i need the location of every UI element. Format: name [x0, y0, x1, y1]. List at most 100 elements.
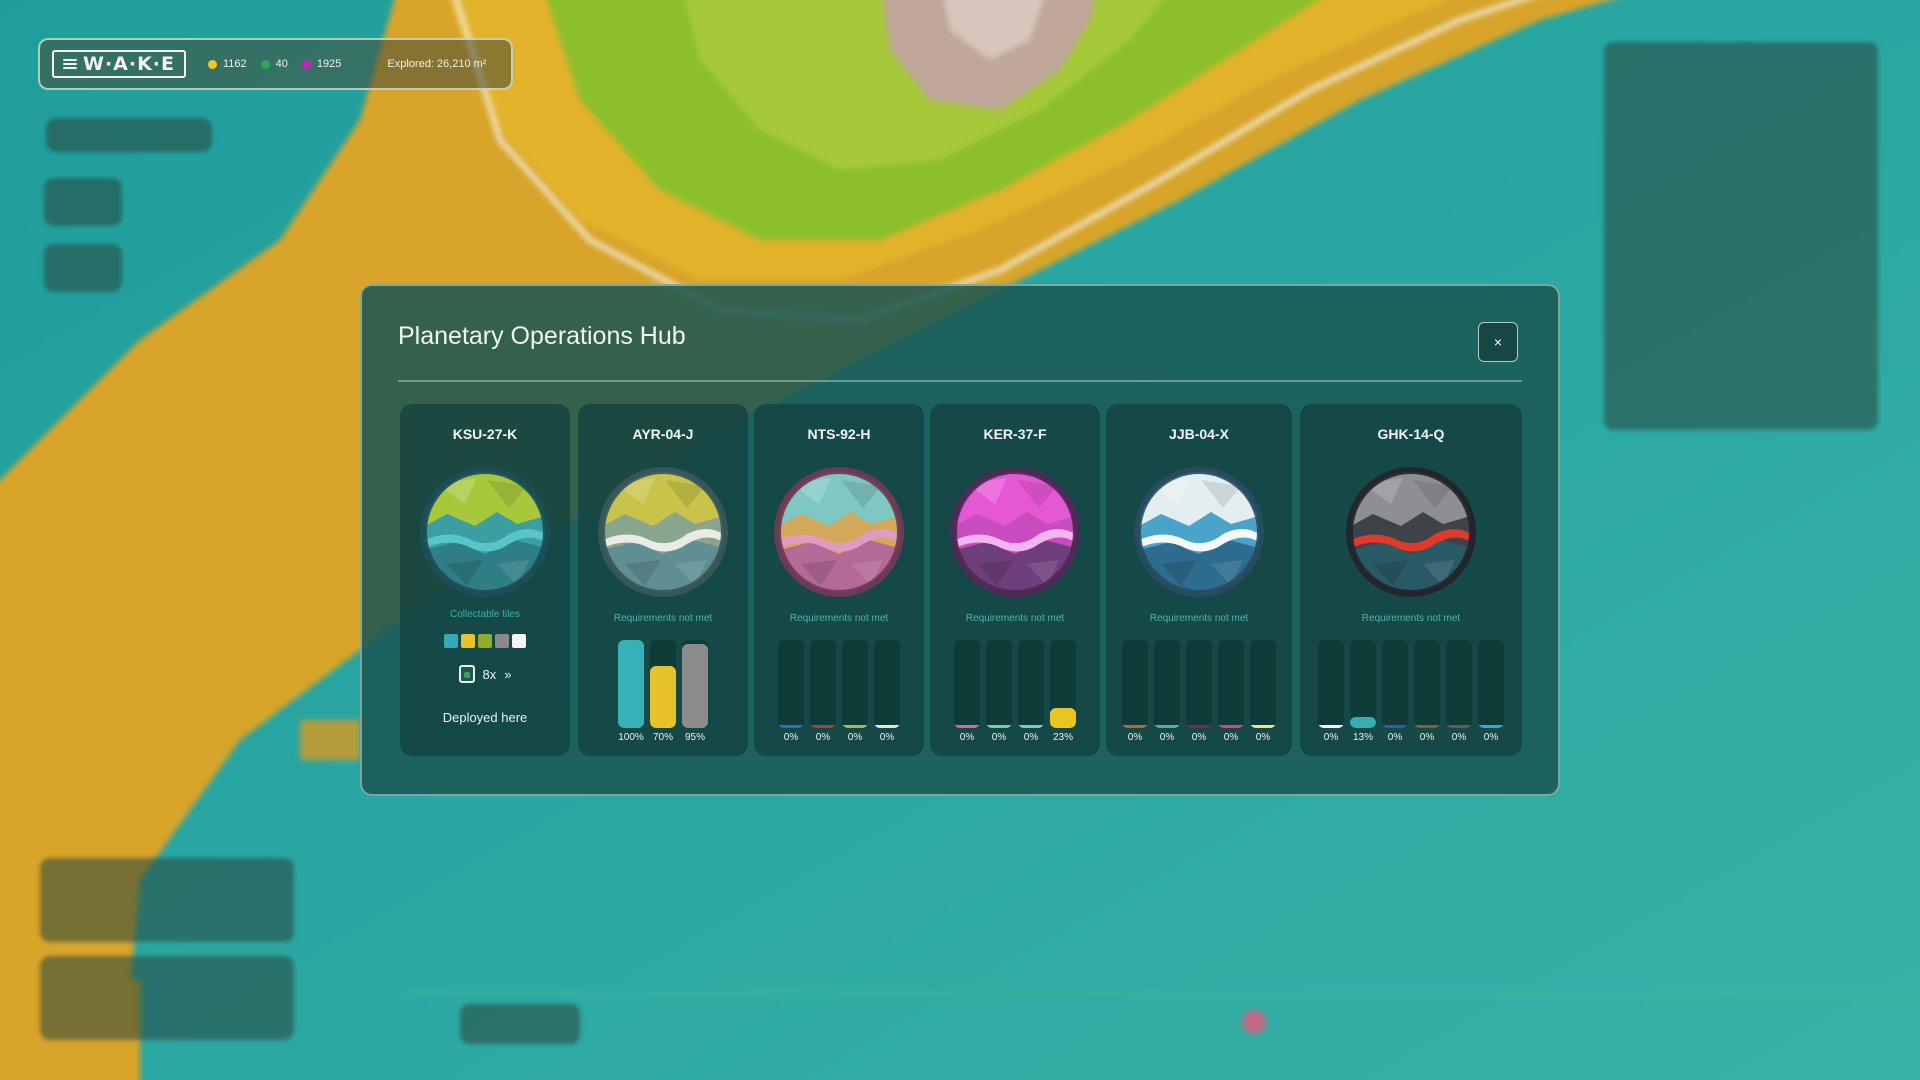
progress-percent: 0% [1468, 732, 1514, 743]
planet-icon-wrap [417, 464, 553, 600]
planet-name: KSU-27-K [400, 426, 570, 442]
wake-logo[interactable]: W·A·K·E [52, 50, 186, 78]
progress-percent: 0% [1240, 732, 1286, 743]
progress-baseline [1382, 725, 1408, 728]
deployed-status: Deployed here [400, 710, 570, 725]
planet-card-ksu-27-k[interactable]: KSU-27-K Collectable tiles 8x »Deployed … [400, 404, 570, 756]
drone-jar-icon [459, 665, 475, 683]
progress-track [1218, 640, 1244, 728]
requirements-status: Requirements not met [1106, 613, 1292, 624]
requirements-status: Requirements not met [1300, 613, 1522, 624]
progress-track [1250, 640, 1276, 728]
planet-icon-wrap [1131, 464, 1267, 600]
chevron-right-icon[interactable]: » [504, 667, 511, 682]
planet-card-ghk-14-q[interactable]: GHK-14-Q Requirements not met0%13%0%0%0%… [1300, 404, 1522, 756]
progress-baseline [842, 725, 868, 728]
collectable-tiles [400, 634, 570, 648]
resource-magenta: 1925 [302, 58, 341, 70]
blurred-tool-slot-2 [44, 244, 122, 292]
progress-percent: 0% [864, 732, 910, 743]
progress-baseline [1186, 725, 1212, 728]
progress-fill [1050, 708, 1076, 728]
planet-icon [947, 464, 1083, 600]
progress-fill [650, 666, 676, 728]
tile-swatch [478, 634, 492, 648]
planet-name: JJB-04-X [1106, 426, 1292, 442]
progress-track [1414, 640, 1440, 728]
blurred-tool-slot-1 [44, 178, 122, 226]
progress-baseline [1154, 725, 1180, 728]
progress-track [874, 640, 900, 728]
logo-text: W·A·K·E [83, 53, 175, 75]
progress-baseline [810, 725, 836, 728]
green-resource-icon [261, 60, 270, 69]
resource-bar: W·A·K·E 1162 40 1925 Explored: 26,210 m² [38, 38, 513, 90]
planet-icon [595, 464, 731, 600]
planet-name: GHK-14-Q [1300, 426, 1522, 442]
resource-magenta-value: 1925 [317, 58, 341, 70]
drone-count-row[interactable]: 8x » [400, 665, 570, 683]
progress-baseline [1446, 725, 1472, 728]
progress-track [1382, 640, 1408, 728]
blurred-objective-tag [46, 118, 212, 152]
progress-baseline [1478, 725, 1504, 728]
progress-fill [682, 644, 708, 728]
progress-track [954, 640, 980, 728]
progress-track [778, 640, 804, 728]
progress-track [1154, 640, 1180, 728]
modal-title: Planetary Operations Hub [398, 322, 686, 351]
planet-card-jjb-04-x[interactable]: JJB-04-X Requirements not met 0%0%0%0%0% [1106, 404, 1292, 756]
progress-fill [1350, 717, 1376, 728]
magenta-resource-icon [302, 60, 311, 69]
planet-icon [771, 464, 907, 600]
planet-icon-wrap [771, 464, 907, 600]
resource-green-value: 40 [276, 58, 288, 70]
tile-swatch [444, 634, 458, 648]
progress-track [1122, 640, 1148, 728]
planet-icon [1131, 464, 1267, 600]
progress-baseline [954, 725, 980, 728]
progress-track [1186, 640, 1212, 728]
progress-track [842, 640, 868, 728]
planet-card-nts-92-h[interactable]: NTS-92-H Requirements not met0%0%0%0% [754, 404, 924, 756]
progress-fill [618, 640, 644, 728]
planet-icon-wrap [595, 464, 731, 600]
resource-progress-bars: 100%70%95% [578, 640, 748, 750]
resource-progress-bars: 0%0%0%23% [930, 640, 1100, 750]
close-button[interactable]: × [1478, 322, 1518, 362]
progress-track [682, 640, 708, 728]
progress-track [1050, 640, 1076, 728]
progress-track [986, 640, 1012, 728]
progress-track [1018, 640, 1044, 728]
planet-card-ayr-04-j[interactable]: AYR-04-J Requirements not met100%70%95% [578, 404, 748, 756]
progress-baseline [874, 725, 900, 728]
planet-name: AYR-04-J [578, 426, 748, 442]
drone-count: 8x [483, 667, 497, 682]
planetary-operations-hub-modal: Planetary Operations Hub × KSU-27-K Coll… [360, 284, 1560, 796]
resource-progress-bars: 0%0%0%0%0% [1106, 640, 1292, 750]
progress-baseline [778, 725, 804, 728]
resource-yellow: 1162 [208, 58, 247, 70]
blurred-notification-1 [40, 858, 294, 942]
progress-baseline [1414, 725, 1440, 728]
explored-area: Explored: 26,210 m² [387, 58, 486, 70]
yellow-resource-icon [208, 60, 217, 69]
planet-card-ker-37-f[interactable]: KER-37-F Requirements not met0%0%0%23% [930, 404, 1100, 756]
progress-baseline [1318, 725, 1344, 728]
progress-percent: 23% [1040, 732, 1086, 743]
progress-track [1446, 640, 1472, 728]
blurred-drone-panel [1604, 42, 1878, 430]
resource-yellow-value: 1162 [223, 58, 247, 70]
progress-baseline [1250, 725, 1276, 728]
progress-baseline [1018, 725, 1044, 728]
blurred-notification-2 [40, 956, 294, 1040]
planet-icon-wrap [1343, 464, 1479, 600]
progress-baseline [1122, 725, 1148, 728]
resource-green: 40 [261, 58, 288, 70]
planet-name: KER-37-F [930, 426, 1100, 442]
progress-track [618, 640, 644, 728]
tile-swatch [461, 634, 475, 648]
wave-icon [63, 58, 77, 70]
progress-baseline [1218, 725, 1244, 728]
planet-icon [417, 464, 553, 600]
